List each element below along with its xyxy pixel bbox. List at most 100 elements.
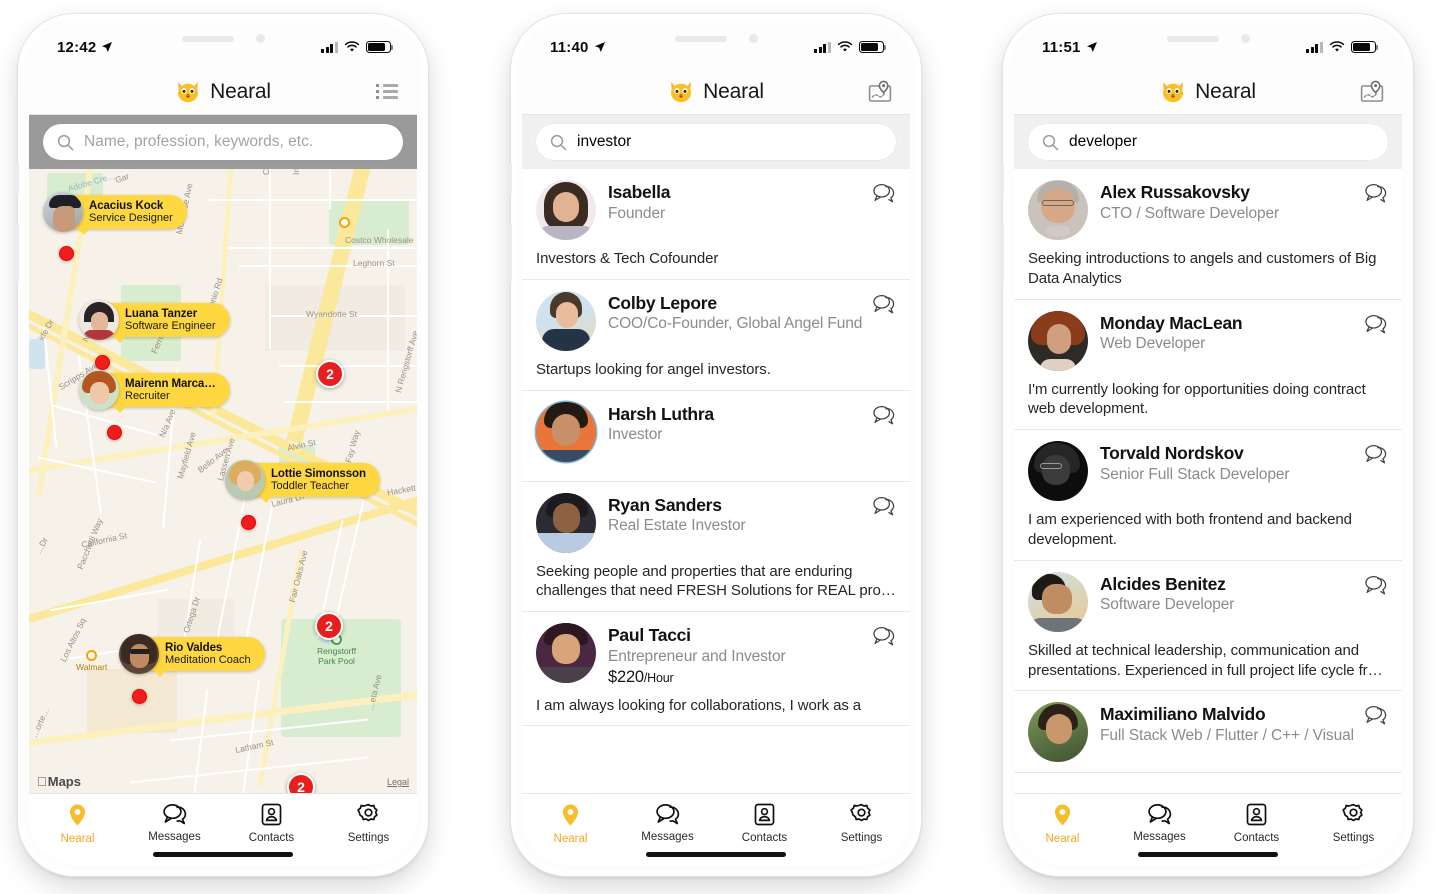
map-pin-dot[interactable] [241, 515, 256, 530]
list-icon[interactable] [374, 79, 400, 105]
result-blurb: Seeking people and properties that are e… [536, 562, 896, 600]
map-street-label: Fay Way [343, 429, 362, 464]
chat-bubbles-icon [162, 804, 186, 825]
status-time-group: 12:42 [57, 39, 113, 56]
tab-label: Messages [641, 831, 694, 843]
notch [627, 25, 805, 52]
map-cluster-badge[interactable]: 2 [315, 612, 343, 640]
map-street-label: …Dr [33, 535, 51, 556]
results-list[interactable]: Isabella Founder Investors & Tech Cofoun… [522, 169, 910, 793]
notch [134, 25, 312, 52]
result-card[interactable]: Torvald Nordskov Senior Full Stack Devel… [1014, 430, 1402, 561]
search-input[interactable]: Name, profession, keywords, etc. [43, 124, 403, 160]
result-card[interactable]: Alex Russakovsky CTO / Software Develope… [1014, 169, 1402, 300]
tab-settings[interactable]: Settings [1305, 803, 1402, 844]
map-street-label: Costco Wholesale [345, 235, 414, 245]
result-blurb: Skilled at technical leadership, communi… [1028, 641, 1383, 679]
tab-nearal[interactable]: Nearal [29, 803, 126, 845]
speaker-grille [674, 35, 727, 42]
map-view[interactable]: Adobe Cre… Gar Commercial St Industrial … [29, 169, 417, 793]
map-pin-dot[interactable] [59, 246, 74, 261]
callout-role: Service Designer [89, 212, 173, 225]
map-cluster-badge[interactable]: 2 [287, 773, 315, 793]
result-blurb: Seeking introductions to angels and cust… [1028, 250, 1377, 287]
map-photo-icon[interactable] [867, 79, 893, 105]
map-callout[interactable]: Acacius Kock Service Designer [43, 192, 187, 235]
search-input[interactable]: developer [1028, 124, 1388, 160]
cellular-signal-icon [814, 41, 831, 53]
map-photo-icon[interactable] [1359, 79, 1385, 105]
result-card[interactable]: Maximiliano Malvido Full Stack Web / Flu… [1014, 691, 1402, 774]
result-card[interactable]: Isabella Founder Investors & Tech Cofoun… [522, 169, 910, 280]
app-title: Nearal [703, 79, 764, 103]
result-name: Colby Lepore [608, 292, 717, 313]
map-legal-link[interactable]: Legal [387, 777, 409, 787]
status-indicators [321, 41, 394, 53]
map-street-label: Fair Oaks Ave [287, 549, 310, 604]
chat-bubbles-icon[interactable] [872, 625, 896, 647]
map-cluster-badge[interactable]: 2 [316, 360, 344, 388]
screenshot-stage: 12:42 Nearal Name, profession, keywords,… [0, 0, 1449, 894]
map-pin-dot[interactable] [107, 425, 122, 440]
speaker-grille [181, 35, 234, 42]
result-card[interactable]: Paul Tacci Entrepreneur and Investor $22… [522, 612, 910, 727]
avatar [1028, 441, 1088, 502]
chat-bubbles-icon[interactable] [1364, 704, 1388, 726]
chat-bubbles-icon[interactable] [1364, 443, 1388, 465]
chat-bubbles-icon[interactable] [872, 182, 896, 204]
battery-icon [859, 41, 887, 53]
tab-label: Messages [148, 831, 201, 843]
tab-label: Nearal [553, 833, 588, 845]
tab-messages[interactable]: Messages [126, 803, 223, 843]
battery-icon [1351, 41, 1379, 53]
result-card[interactable]: Alcides Benitez Software Developer Skill… [1014, 561, 1402, 692]
home-indicator[interactable] [1138, 852, 1278, 857]
tab-nearal[interactable]: Nearal [522, 803, 619, 845]
result-card[interactable]: Ryan Sanders Real Estate Investor Seekin… [522, 482, 910, 613]
chat-bubbles-icon[interactable] [872, 495, 896, 517]
avatar [1028, 702, 1088, 763]
chat-bubbles-icon[interactable] [1364, 313, 1388, 335]
home-indicator[interactable] [646, 852, 786, 857]
phone-map: 12:42 Nearal Name, profession, keywords,… [16, 14, 428, 876]
map-pin-dot[interactable] [132, 689, 147, 704]
tab-settings[interactable]: Settings [320, 803, 417, 844]
result-card[interactable]: Harsh Luthra Investor [522, 391, 910, 482]
chat-bubbles-icon[interactable] [872, 404, 896, 426]
chat-bubbles-icon[interactable] [872, 293, 896, 315]
front-camera [255, 34, 265, 43]
map-callout[interactable]: Luana Tanzer Software Engineer [79, 300, 230, 343]
search-placeholder: Name, profession, keywords, etc. [84, 133, 314, 150]
callout-name: Mairenn Marca… [125, 377, 216, 390]
tab-messages[interactable]: Messages [619, 803, 716, 843]
search-input[interactable]: investor [536, 124, 896, 160]
location-arrow-icon [1086, 42, 1097, 52]
tab-messages[interactable]: Messages [1111, 803, 1208, 843]
chat-bubbles-icon[interactable] [1364, 182, 1388, 204]
map-street-label: Latham St [234, 737, 275, 755]
search-value: developer [1069, 133, 1138, 150]
tab-contacts[interactable]: Contacts [716, 803, 813, 844]
tab-settings[interactable]: Settings [813, 803, 910, 844]
map-callout[interactable]: Rio Valdes Meditation Coach [119, 634, 265, 677]
cellular-signal-icon [1306, 41, 1323, 53]
status-indicators [1306, 41, 1379, 53]
result-blurb: I am always looking for collaborations, … [536, 696, 862, 714]
map-callout[interactable]: Mairenn Marca… Recruiter [79, 370, 230, 413]
result-card[interactable]: Colby Lepore COO/Co-Founder, Global Ange… [522, 280, 910, 391]
map-callout[interactable]: Lottie Simonsson Toddler Teacher [225, 460, 380, 503]
result-card[interactable]: Monday MacLean Web Developer I'm current… [1014, 300, 1402, 431]
chat-bubbles-icon[interactable] [1364, 574, 1388, 596]
tab-contacts[interactable]: Contacts [223, 803, 320, 844]
map-pin-icon [562, 804, 579, 826]
map-pin-dot[interactable] [95, 355, 110, 370]
tab-contacts[interactable]: Contacts [1208, 803, 1305, 844]
home-indicator[interactable] [153, 852, 293, 857]
result-blurb: Startups looking for angel investors. [536, 360, 771, 378]
nav-bar: Nearal [522, 69, 910, 115]
gear-icon [357, 803, 378, 822]
results-list[interactable]: Alex Russakovsky CTO / Software Develope… [1014, 169, 1402, 793]
avatar [536, 492, 596, 553]
tab-nearal[interactable]: Nearal [1014, 803, 1111, 845]
tab-label: Nearal [1045, 833, 1080, 845]
